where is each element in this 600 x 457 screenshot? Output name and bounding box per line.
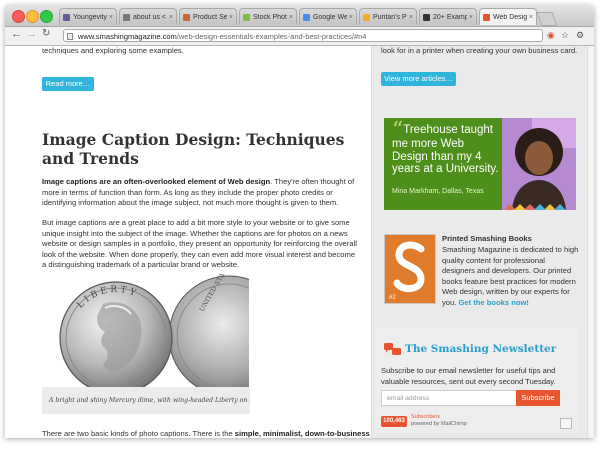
address-bar[interactable]: www.smashingmagazine.com/web-design-esse… xyxy=(63,29,543,42)
get-books-link[interactable]: Get the books now! xyxy=(458,298,528,307)
browser-tab[interactable]: Web Design Ele× xyxy=(479,8,537,25)
tab-close-icon[interactable]: × xyxy=(109,14,113,21)
coin-image-svg: UNITED STATES OF AMERICA LIBERTY xyxy=(59,219,290,397)
tab-close-icon[interactable]: × xyxy=(409,14,413,21)
new-tab-button[interactable] xyxy=(536,12,558,26)
subscriber-count-badge: 100,463 xyxy=(381,416,407,427)
paragraph-3-bold: simple, minimalist, down-to-business xyxy=(234,429,370,438)
browser-tab[interactable]: Product Search× xyxy=(179,8,237,25)
tab-favicon-icon xyxy=(303,13,310,21)
browser-tab[interactable]: 20+ Examples o× xyxy=(419,8,477,25)
tab-favicon-icon xyxy=(483,13,490,21)
newsletter-title: The Smashing Newsletter xyxy=(405,343,557,355)
close-window-button[interactable] xyxy=(12,10,25,23)
back-arrow-icon[interactable]: ← xyxy=(11,28,22,40)
paragraph-3: There are two basic kinds of photo capti… xyxy=(42,429,370,438)
subscribers-info: Subscribers powered by MailChimp xyxy=(411,414,467,427)
sidebar-top-text: look for in a printer when creating your… xyxy=(381,46,578,55)
newsletter-text: Subscribe to our email newsletter for us… xyxy=(381,366,556,386)
tab-favicon-icon xyxy=(423,13,430,21)
browser-tab[interactable]: Youngevity > Je× xyxy=(59,8,117,25)
tab-title: Web Design Ele xyxy=(493,13,527,21)
article-column: techniques and exploring some examples. … xyxy=(5,46,371,438)
tab-title: about us < Your xyxy=(133,13,167,21)
ad-person-name: Mina Markham, Dallas, Texas xyxy=(392,188,484,195)
tab-favicon-icon xyxy=(243,13,250,21)
article-title[interactable]: Image Caption Design: Techniques and Tre… xyxy=(42,130,362,168)
url-domain: www.smashingmagazine.com xyxy=(78,32,177,41)
wrench-icon[interactable]: ⚙ xyxy=(576,30,584,41)
tab-close-icon[interactable]: × xyxy=(169,14,173,21)
smashing-book-cover[interactable]: #2 xyxy=(384,234,436,304)
browser-tab[interactable]: about us < Your× xyxy=(119,8,177,25)
scrollbar[interactable] xyxy=(587,46,594,438)
forward-arrow-icon[interactable]: → xyxy=(26,28,37,40)
book-cover-label: #2 xyxy=(389,295,396,301)
page-icon xyxy=(67,33,73,40)
toolbar: ← → ↻ www.smashingmagazine.com/web-desig… xyxy=(5,27,594,46)
tab-favicon-icon xyxy=(363,13,370,21)
browser-tab[interactable]: Google Web Fon× xyxy=(299,8,357,25)
paragraph-3-start: There are two basic kinds of photo capti… xyxy=(42,429,235,438)
newsletter-icon xyxy=(384,343,401,355)
zoom-window-button[interactable] xyxy=(40,10,53,23)
tab-title: Puritan's Pride S xyxy=(373,13,407,21)
minimize-window-button[interactable] xyxy=(26,10,39,23)
book-cover-art: #2 xyxy=(385,235,435,303)
treehouse-ad[interactable]: “Treehouse taught me more Web Design tha… xyxy=(384,118,576,210)
url-path: /web-design-essentials-examples-and-best… xyxy=(176,32,367,41)
tab-favicon-icon xyxy=(183,13,190,21)
star-icon[interactable]: ☆ xyxy=(561,30,569,41)
email-field[interactable]: email address xyxy=(381,390,517,406)
view-more-articles-button[interactable]: View more articles… xyxy=(381,72,456,86)
ad-quote: “Treehouse taught me more Web Design tha… xyxy=(392,120,500,176)
tab-title: Google Web Fon xyxy=(313,13,347,21)
paragraph-1: Image captions are an often-overlooked e… xyxy=(42,177,360,209)
paragraph-2: But image captions are a great place to … xyxy=(42,218,357,269)
tab-close-icon[interactable]: × xyxy=(229,14,233,21)
newsletter-box: The Smashing Newsletter Subscribe to our… xyxy=(376,328,578,433)
tab-favicon-icon xyxy=(63,13,70,21)
subscribers-label: Subscribers xyxy=(411,414,441,420)
tab-close-icon[interactable]: × xyxy=(469,14,473,21)
title-bar: Youngevity > Je×about us < Your×Product … xyxy=(5,5,594,27)
ad-portrait-image xyxy=(502,118,576,210)
read-more-button[interactable]: Read more… xyxy=(42,77,94,91)
tab-favicon-icon xyxy=(123,13,130,21)
tab-close-icon[interactable]: × xyxy=(289,14,293,21)
tab-strip: Youngevity > Je×about us < Your×Product … xyxy=(59,8,558,26)
browser-tab[interactable]: Puritan's Pride S× xyxy=(359,8,417,25)
reload-icon[interactable]: ↻ xyxy=(42,28,50,39)
powered-by-label: powered by MailChimp xyxy=(411,420,467,427)
tab-title: Youngevity > Je xyxy=(73,13,107,21)
tab-close-icon[interactable]: × xyxy=(349,14,353,21)
page-content: techniques and exploring some examples. … xyxy=(5,46,594,438)
books-title[interactable]: Printed Smashing Books xyxy=(442,234,577,245)
paragraph-1-bold: Image captions are an often-overlooked e… xyxy=(42,177,271,186)
tab-close-icon[interactable]: × xyxy=(529,14,533,21)
subscribe-button[interactable]: Subscribe xyxy=(516,390,560,406)
tab-title: Stock Photos | S xyxy=(253,13,287,21)
browser-tab[interactable]: Stock Photos | S× xyxy=(239,8,297,25)
intro-tail-text: techniques and exploring some examples. xyxy=(42,46,184,55)
image-caption: A bright and shiny Mercury dime, with wi… xyxy=(42,387,250,414)
extension-icon[interactable]: ◉ xyxy=(547,30,555,41)
ad-quote-text: Treehouse taught me more Web Design than… xyxy=(392,124,499,175)
tab-title: Product Search xyxy=(193,13,227,21)
feedback-icon[interactable] xyxy=(560,418,572,429)
tab-title: 20+ Examples o xyxy=(433,13,467,21)
browser-window: Youngevity > Je×about us < Your×Product … xyxy=(5,5,594,438)
books-text: Smashing Magazine is dedicated to high q… xyxy=(442,245,580,308)
ad-hexagon-pattern xyxy=(504,204,566,210)
sidebar: look for in a printer when creating your… xyxy=(371,46,588,438)
